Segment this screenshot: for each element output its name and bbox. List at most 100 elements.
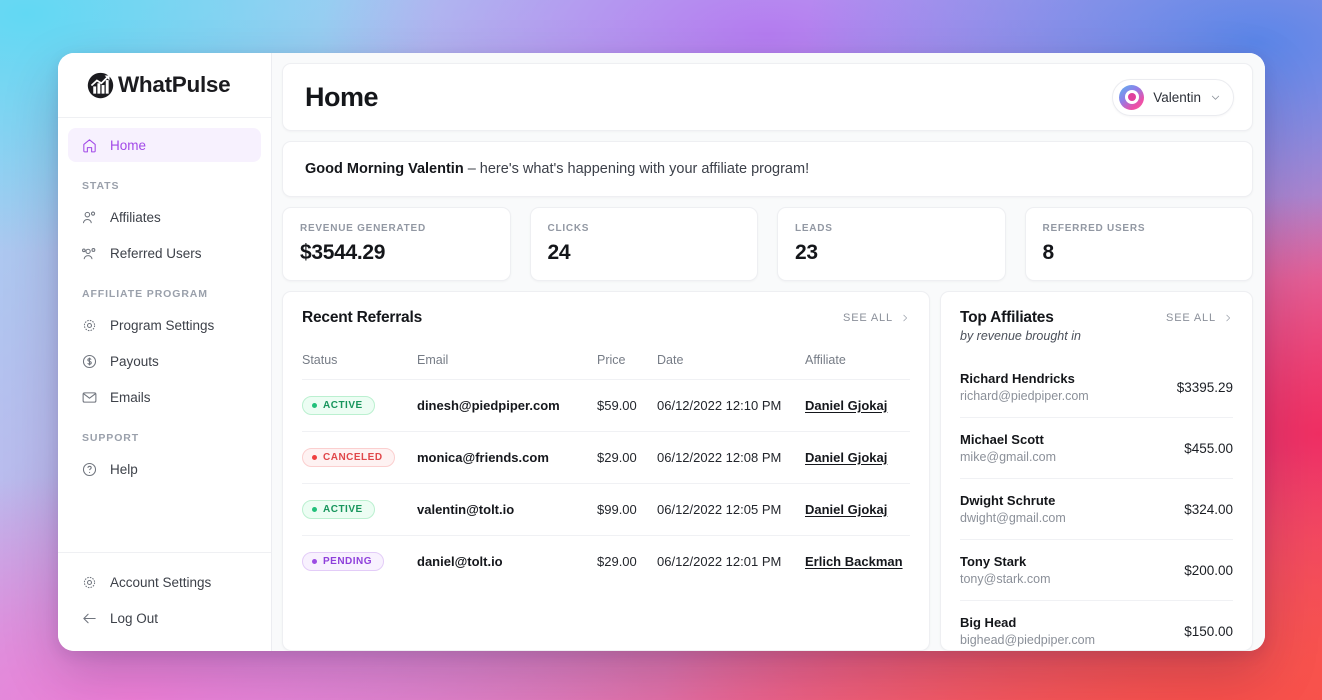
sidebar-item-label: Help: [110, 462, 138, 477]
sidebar-item-help[interactable]: Help: [68, 452, 261, 486]
sidebar-item-referred-users[interactable]: Referred Users: [68, 236, 261, 270]
recent-referrals-see-all-link[interactable]: SEE ALL: [843, 309, 910, 324]
cell-price: $29.00: [597, 536, 657, 588]
sidebar-item-payouts[interactable]: Payouts: [68, 344, 261, 378]
sidebar-section-affiliate-program-label: AFFILIATE PROGRAM: [68, 272, 261, 308]
stat-label: REFERRED USERS: [1043, 223, 1236, 234]
status-dot-icon: [312, 403, 317, 408]
status-dot-icon: [312, 455, 317, 460]
users-three-icon: [80, 244, 98, 262]
sidebar-footer: Account Settings Log Out: [58, 552, 271, 651]
brand-name: WhatPulse: [118, 72, 230, 98]
sidebar-item-log-out[interactable]: Log Out: [68, 601, 261, 635]
avatar-ring: [1125, 90, 1139, 104]
stats-row: REVENUE GENERATED $3544.29 CLICKS 24 LEA…: [282, 207, 1253, 281]
top-affiliates-list: Richard Hendricks richard@piedpiper.com …: [941, 359, 1252, 651]
status-badge: PENDING: [302, 552, 384, 571]
users-two-icon: [80, 208, 98, 226]
sidebar-item-affiliates[interactable]: Affiliates: [68, 200, 261, 234]
sidebar-item-program-settings[interactable]: Program Settings: [68, 308, 261, 342]
table-row[interactable]: ACTIVE dinesh@piedpiper.com $59.00 06/12…: [302, 380, 910, 432]
stat-value: 8: [1043, 241, 1236, 265]
chevron-down-icon: [1210, 92, 1221, 103]
column-header-date: Date: [657, 327, 805, 380]
table-row[interactable]: PENDING daniel@tolt.io $29.00 06/12/2022…: [302, 536, 910, 588]
see-all-label: SEE ALL: [1166, 312, 1216, 324]
status-badge: ACTIVE: [302, 500, 375, 519]
user-menu-button[interactable]: Valentin: [1112, 79, 1234, 116]
status-dot-icon: [312, 559, 317, 564]
arrow-left-icon: [80, 609, 98, 627]
cell-status: PENDING: [302, 536, 417, 588]
affiliate-email: richard@piedpiper.com: [960, 389, 1089, 403]
sidebar-item-account-settings[interactable]: Account Settings: [68, 565, 261, 599]
cell-date: 06/12/2022 12:05 PM: [657, 484, 805, 536]
top-affiliates-see-all-link[interactable]: SEE ALL: [1166, 309, 1233, 324]
recent-referrals-table: Status Email Price Date Affiliate: [302, 327, 910, 587]
affiliate-info: Big Head bighead@piedpiper.com: [960, 615, 1095, 647]
affiliate-email: bighead@piedpiper.com: [960, 633, 1095, 647]
status-badge-label: ACTIVE: [323, 400, 363, 411]
status-badge: CANCELED: [302, 448, 395, 467]
sidebar-item-label: Affiliates: [110, 210, 161, 225]
cell-date: 06/12/2022 12:01 PM: [657, 536, 805, 588]
affiliate-link[interactable]: Erlich Backman: [805, 554, 903, 569]
affiliate-info: Richard Hendricks richard@piedpiper.com: [960, 371, 1089, 403]
stat-value: 24: [548, 241, 741, 265]
see-all-label: SEE ALL: [843, 312, 893, 324]
sidebar-item-home[interactable]: Home: [68, 128, 261, 162]
recent-referrals-panel: Recent Referrals SEE ALL Status Email Pr…: [282, 291, 930, 651]
user-name: Valentin: [1153, 90, 1201, 105]
affiliate-name: Richard Hendricks: [960, 371, 1089, 386]
stat-label: CLICKS: [548, 223, 741, 234]
sidebar: WhatPulse Home STATS Affiliates: [58, 53, 272, 651]
affiliate-info: Tony Stark tony@stark.com: [960, 554, 1051, 586]
affiliate-link[interactable]: Daniel Gjokaj: [805, 450, 887, 465]
list-item[interactable]: Michael Scott mike@gmail.com $455.00: [960, 417, 1233, 478]
sidebar-item-label: Emails: [110, 390, 151, 405]
list-item[interactable]: Richard Hendricks richard@piedpiper.com …: [960, 359, 1233, 417]
sidebar-section-support-label: SUPPORT: [68, 416, 261, 452]
stat-card-clicks: CLICKS 24: [530, 207, 759, 281]
list-item[interactable]: Tony Stark tony@stark.com $200.00: [960, 539, 1233, 600]
sidebar-item-emails[interactable]: Emails: [68, 380, 261, 414]
list-item[interactable]: Dwight Schrute dwight@gmail.com $324.00: [960, 478, 1233, 539]
greeting-text: Good Morning Valentin – here's what's ha…: [305, 161, 809, 177]
list-item[interactable]: Big Head bighead@piedpiper.com $150.00: [960, 600, 1233, 651]
affiliate-name: Dwight Schrute: [960, 493, 1066, 508]
top-affiliates-header: Top Affiliates by revenue brought in SEE…: [941, 292, 1252, 343]
column-header-affiliate: Affiliate: [805, 327, 910, 380]
app-window: WhatPulse Home STATS Affiliates: [58, 53, 1265, 651]
chevron-right-icon: [900, 313, 910, 323]
cell-email: daniel@tolt.io: [417, 536, 597, 588]
cell-email: valentin@tolt.io: [417, 484, 597, 536]
page-title: Home: [305, 82, 378, 113]
affiliate-amount: $3395.29: [1177, 380, 1233, 395]
sidebar-item-label: Log Out: [110, 611, 158, 626]
cell-email: monica@friends.com: [417, 432, 597, 484]
status-badge-label: PENDING: [323, 556, 372, 567]
recent-referrals-header: Recent Referrals SEE ALL: [283, 292, 929, 327]
table-row[interactable]: ACTIVE valentin@tolt.io $99.00 06/12/202…: [302, 484, 910, 536]
recent-referrals-table-wrap: Status Email Price Date Affiliate: [283, 327, 929, 587]
cell-affiliate: Daniel Gjokaj: [805, 380, 910, 432]
table-body: ACTIVE dinesh@piedpiper.com $59.00 06/12…: [302, 380, 910, 588]
affiliate-name: Tony Stark: [960, 554, 1051, 569]
table-head: Status Email Price Date Affiliate: [302, 327, 910, 380]
sidebar-section-stats-label: STATS: [68, 164, 261, 200]
stat-value: 23: [795, 241, 988, 265]
affiliate-link[interactable]: Daniel Gjokaj: [805, 502, 887, 517]
affiliate-link[interactable]: Daniel Gjokaj: [805, 398, 887, 413]
stat-value: $3544.29: [300, 241, 493, 265]
status-badge-label: ACTIVE: [323, 504, 363, 515]
affiliate-email: tony@stark.com: [960, 572, 1051, 586]
column-header-email: Email: [417, 327, 597, 380]
stat-card-leads: LEADS 23: [777, 207, 1006, 281]
avatar-dot: [1128, 93, 1136, 101]
affiliate-name: Big Head: [960, 615, 1095, 630]
affiliate-amount: $455.00: [1184, 441, 1233, 456]
cell-affiliate: Daniel Gjokaj: [805, 432, 910, 484]
affiliate-email: dwight@gmail.com: [960, 511, 1066, 525]
brand-logo[interactable]: WhatPulse: [86, 71, 230, 100]
table-row[interactable]: CANCELED monica@friends.com $29.00 06/12…: [302, 432, 910, 484]
